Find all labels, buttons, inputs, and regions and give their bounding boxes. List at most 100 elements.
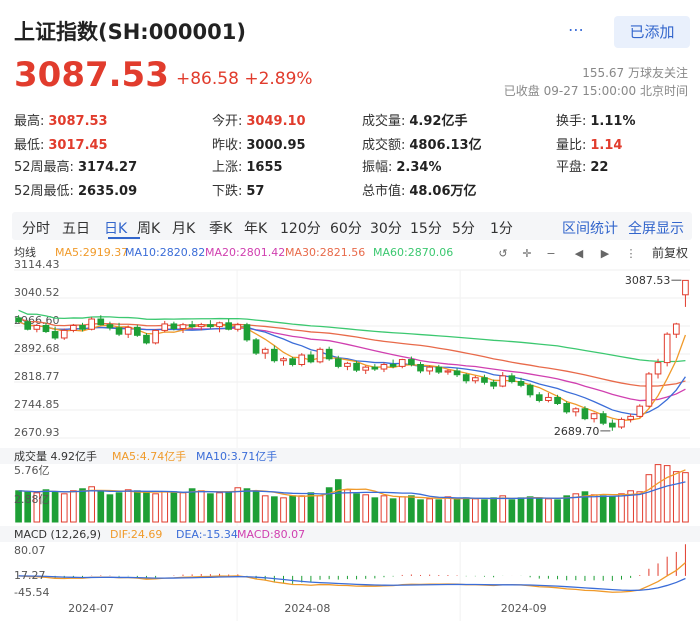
ma-legend-title: 均线 [14,245,36,259]
followers-count: 155.67 万球友关注 [582,66,688,80]
volume-bar [261,495,269,523]
stat-item: 振幅: 2.34% [362,156,442,175]
tab-7[interactable]: 120分 [280,218,321,238]
candle-body [618,418,625,428]
stat-label: 上涨: [212,160,243,175]
volume-bar [243,488,251,523]
candle-body [453,370,461,376]
period-tabs: 分时 五日 日K 周K 月K 季K 年K 120分 60分 30分 15分 5分 1分 区间统计 全屏显示 [12,212,692,240]
volume-y-tick: 2.88亿 [14,493,50,506]
tab-2[interactable]: 日K [104,218,127,238]
high-marker-label: 3087.53 [625,274,671,287]
candle-body [682,279,689,296]
tab-10[interactable]: 15分 [410,218,442,238]
volume-bar [252,491,260,523]
added-watchlist-button[interactable]: 已添加 [614,16,690,48]
volume-bar [207,493,214,523]
pan-right-icon[interactable]: ▶ [601,247,610,260]
candle-body [261,348,269,354]
tab-6[interactable]: 年K [244,218,267,238]
candle-body [481,377,488,383]
fullscreen-link[interactable]: 全屏显示 [628,218,684,238]
volume-bar [517,497,525,523]
volume-bar [535,497,543,523]
volume-bar [380,495,388,523]
tab-0[interactable]: 分时 [22,218,50,238]
indicator-icon[interactable]: ⋮ [626,247,637,260]
tab-12[interactable]: 1分 [490,218,513,238]
stat-item: 成交额: 4806.13亿 [362,134,482,153]
range-stats-link[interactable]: 区间统计 [562,218,618,238]
stat-value: 2.34% [396,160,442,175]
candle-body [517,381,525,386]
candle-body [645,373,653,407]
tab-4[interactable]: 月K [172,218,195,238]
pan-left-icon[interactable]: ◀ [575,247,584,260]
candle-body [535,394,543,401]
candle-body [197,324,205,328]
candle-body [15,317,22,323]
volume-label: 成交量 4.92亿手 [14,449,97,463]
volume-bar [417,499,424,523]
stat-value: 48.06万亿 [409,184,477,199]
volume-bar [453,498,461,523]
candle-body [334,358,342,367]
volume-bar [280,497,287,523]
volume-bar [143,492,150,523]
stat-value: 1.11% [590,114,636,129]
stat-label: 最高: [14,114,45,129]
stat-item: 成交量: 4.92亿手 [362,110,467,129]
more-dots-icon[interactable]: ⋯ [568,20,585,39]
macd-label: MACD (12,26,9) [14,528,101,541]
volume-bar [481,499,488,523]
candle-body [179,324,187,329]
stat-label: 成交量: [362,114,406,129]
tab-5[interactable]: 季K [209,218,232,238]
stat-item: 最低: 3017.45 [14,134,108,153]
stat-value: 22 [590,160,609,175]
candle-body [490,381,497,387]
active-tab-underline [108,237,140,239]
volume-bar [307,492,315,523]
volume-bar [435,499,443,523]
tab-1[interactable]: 五日 [62,218,90,238]
zoom-out-icon[interactable]: − [546,247,555,260]
y-tick-label: 2670.93 [14,426,60,439]
volume-bar [609,496,616,523]
undo-icon[interactable]: ↺ [498,247,507,260]
low-marker-label: 2689.70 [554,425,600,438]
stat-item: 量比: 1.14 [556,134,622,153]
tab-3[interactable]: 周K [137,218,160,238]
tab-8[interactable]: 60分 [330,218,362,238]
volume-ma10-label: MA10:3.71亿手 [196,449,277,463]
tab-9[interactable]: 30分 [370,218,402,238]
candle-body [170,323,178,329]
candle-body [60,329,68,339]
kline-chart[interactable]: 均线 MA5:2919.37MA10:2820.82 MA20:2801.42 MA3… [0,242,700,621]
tab-11[interactable]: 5分 [452,218,475,238]
candle-body [508,375,516,383]
quote-stats: 最高: 3087.53 今开: 3049.10 成交量: 4.92亿手 换手: 1.11% 最低… [0,108,700,204]
stat-value: 3174.27 [77,160,138,175]
stat-item: 下跌: 57 [212,180,264,199]
volume-bar [636,491,644,523]
ma-legend-item: MA5:2919.37 [55,246,128,259]
zoom-in-icon[interactable]: ✛ [522,247,531,260]
stat-value: 1.14 [590,138,623,153]
stat-value: 57 [246,184,265,199]
stat-label: 52周最高: [14,160,74,175]
candle-body [252,339,260,354]
stat-label: 量比: [556,138,587,153]
quote-header: 上证指数(SH:000001) ⋯ 已添加 3087.53 +86.58 +2.… [0,0,700,112]
candle-body [609,422,616,428]
y-tick-label: 3040.52 [14,286,60,299]
change-percent: +2.89% [244,69,313,89]
stat-label: 换手: [556,114,587,129]
candle-body [654,362,662,375]
stat-value: 2635.09 [77,184,138,199]
candle-body [389,363,397,367]
candle-body [325,348,333,360]
volume-bar [389,498,397,523]
stat-value: 3087.53 [48,114,108,129]
volume-bar [179,492,187,523]
